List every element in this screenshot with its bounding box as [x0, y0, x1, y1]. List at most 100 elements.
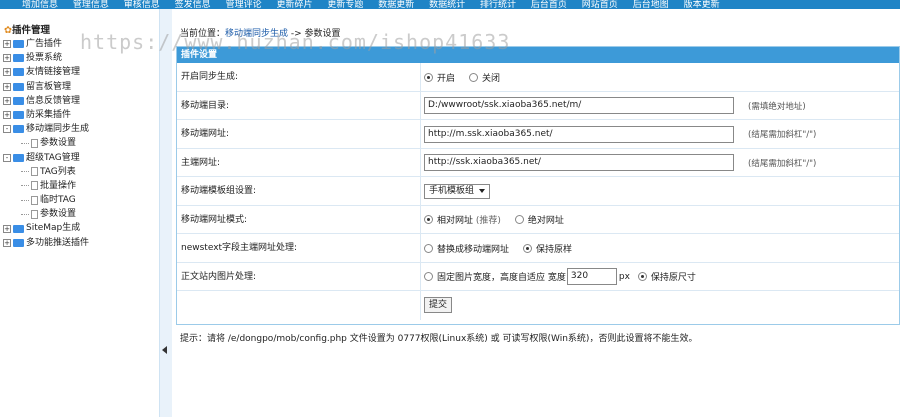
row-mobile-dir: 移动端目录: D:/wwwroot/ssk.xiaoba365.net/m/ (… [177, 91, 899, 120]
collapse-icon[interactable]: - [3, 125, 11, 134]
tree-line [21, 171, 29, 173]
mobile-dir-input[interactable]: D:/wwwroot/ssk.xiaoba365.net/m/ [424, 97, 734, 115]
template-label: 移动端模板组设置: [181, 186, 257, 196]
sidebar-item-label: 参数设置 [40, 138, 77, 149]
sidebar-item[interactable]: - 超级TAG管理 [3, 151, 89, 165]
sidebar-item-label: 投票系统 [26, 53, 63, 64]
nav-admin-home[interactable]: 后台首页 [531, 1, 567, 10]
fixed-width-radio[interactable]: 固定图片宽度，高度自适应 宽度 [424, 270, 566, 283]
replace-url-radio[interactable]: 替换成移动端网址 [424, 242, 509, 255]
submit-button[interactable]: 提交 [424, 297, 453, 314]
sidebar-item[interactable]: - 移动端同步生成 [3, 122, 89, 136]
main-url-input[interactable]: http://ssk.xiaoba365.net/ [424, 154, 734, 172]
nav-data-stats[interactable]: 数据统计 [429, 1, 465, 10]
expand-icon[interactable]: + [3, 224, 11, 233]
expand-icon[interactable]: + [3, 238, 11, 247]
sidebar-item[interactable]: + 友情链接管理 [3, 65, 89, 79]
folder-icon [13, 125, 24, 134]
document-icon [31, 167, 38, 177]
main-content: 当前位置：移动端同步生成 -> 参数设置 插件设置 开启同步生成: 开启 关闭 … [172, 9, 900, 417]
sidebar-item[interactable]: + 广告插件 [3, 37, 89, 51]
sidebar-collapse-bar[interactable] [160, 9, 172, 417]
sidebar-item[interactable]: 参数设置 [3, 136, 89, 150]
sidebar-item-label: 留言板管理 [26, 81, 72, 92]
row-sync: 开启同步生成: 开启 关闭 [177, 63, 899, 92]
expand-icon[interactable]: + [3, 68, 11, 77]
sidebar-item[interactable]: 临时TAG [3, 193, 89, 207]
nav-update-topics[interactable]: 更新专题 [327, 1, 363, 10]
expand-icon[interactable]: + [3, 96, 11, 105]
nav-rank-stats[interactable]: 排行统计 [480, 1, 516, 10]
mobile-dir-label: 移动端目录: [181, 100, 230, 111]
nav-site-home[interactable]: 网站首页 [582, 1, 618, 10]
sidebar-item[interactable]: + 留言板管理 [3, 80, 89, 94]
expand-icon[interactable]: + [3, 54, 11, 63]
sync-off-radio[interactable]: 关闭 [469, 71, 500, 84]
sidebar-item[interactable]: + 投票系统 [3, 51, 89, 65]
sidebar-item[interactable]: 参数设置 [3, 207, 89, 221]
sidebar-item-label: 多功能推送插件 [26, 237, 90, 248]
tree-line [21, 185, 29, 187]
nav-review-info[interactable]: 审核信息 [124, 1, 160, 10]
row-submit: 提交 [177, 291, 899, 320]
url-mode-label: 移动端网址模式: [181, 214, 248, 225]
folder-icon [13, 224, 24, 233]
width-unit: px [618, 271, 630, 282]
folder-icon [13, 153, 24, 162]
top-navigation: 增加信息 管理信息 审核信息 签发信息 管理评论 更新碎片 更新专题 数据更新 … [0, 0, 900, 9]
nav-manage-info[interactable]: 管理信息 [73, 1, 109, 10]
image-width-input[interactable]: 320 [566, 268, 617, 286]
row-main-url: 主端网址: http://ssk.xiaoba365.net/ (结尾需加斜杠"… [177, 148, 899, 177]
nav-admin-map[interactable]: 后台地图 [633, 1, 669, 10]
sidebar: ✿插件管理 + 广告插件 + 投票系统 + 友情链接管理 + 留言板管理 + 信息反馈管理 + 防采集… [0, 9, 160, 417]
permission-note: 提示：请将 /e/dongpo/mob/config.php 文件设置为 077… [180, 334, 698, 344]
expand-icon[interactable]: + [3, 40, 11, 49]
sidebar-item-label: 广告插件 [26, 39, 63, 49]
sidebar-item[interactable]: TAG列表 [3, 165, 89, 179]
nav-manage-comments[interactable]: 管理评论 [226, 1, 262, 10]
template-select[interactable]: 手机模板组 [424, 183, 491, 199]
watermark: https://www.huzhan.com/ishop41633 [80, 30, 511, 54]
absolute-url-radio[interactable]: 绝对网址 [514, 213, 564, 226]
tree-line [21, 142, 29, 144]
sidebar-item[interactable]: + 多功能推送插件 [3, 236, 89, 250]
sidebar-item[interactable]: 批量操作 [3, 179, 89, 193]
sidebar-item-label: TAG列表 [40, 166, 76, 177]
folder-icon [13, 238, 24, 247]
mobile-url-input[interactable]: http://m.ssk.xiaoba365.net/ [424, 125, 734, 143]
sync-on-radio[interactable]: 开启 [424, 71, 455, 84]
sidebar-item[interactable]: + 防采集插件 [3, 108, 89, 122]
keep-original-radio[interactable]: 保持原样 [523, 242, 572, 255]
nav-version-update[interactable]: 版本更新 [684, 1, 720, 10]
document-icon [31, 209, 38, 219]
nav-data-update[interactable]: 数据更新 [378, 1, 414, 10]
folder-icon [13, 82, 24, 91]
plugin-icon: ✿ [4, 25, 12, 36]
sidebar-item[interactable]: + SiteMap生成 [3, 221, 89, 235]
mobile-url-label: 移动端网址: [181, 129, 230, 139]
main-url-label: 主端网址: [181, 157, 221, 168]
sidebar-item-label: 移动端同步生成 [26, 124, 90, 135]
row-image: 正文站内图片处理: 固定图片宽度，高度自适应 宽度 320 px 保持原尺寸 [177, 262, 899, 291]
sidebar-item-label: 临时TAG [40, 195, 76, 206]
collapse-arrow-icon[interactable] [162, 346, 167, 354]
relative-url-radio[interactable]: 相对网址 (推荐) [424, 213, 501, 226]
expand-icon[interactable]: + [3, 82, 11, 91]
row-url-mode: 移动端网址模式: 相对网址 (推荐) 绝对网址 [177, 205, 899, 234]
sidebar-item[interactable]: + 信息反馈管理 [3, 94, 89, 108]
expand-icon[interactable]: + [3, 111, 11, 120]
row-mobile-url: 移动端网址: http://m.ssk.xiaoba365.net/ (结尾需加… [177, 120, 899, 149]
row-template: 移动端模板组设置: 手机模板组 [177, 177, 899, 206]
sidebar-item-label: 防采集插件 [26, 109, 72, 120]
tree-line [21, 213, 29, 215]
nav-sign-info[interactable]: 签发信息 [175, 1, 211, 10]
newstext-label: newstext字段主端网址处理: [181, 243, 298, 253]
nav-update-fragments[interactable]: 更新碎片 [276, 1, 312, 10]
folder-icon [13, 96, 24, 105]
row-newstext: newstext字段主端网址处理: 替换成移动端网址 保持原样 [177, 234, 899, 263]
nav-add-info[interactable]: 增加信息 [22, 1, 58, 10]
keep-size-radio[interactable]: 保持原尺寸 [637, 270, 696, 283]
tree-line [21, 199, 29, 201]
collapse-icon[interactable]: - [3, 153, 11, 162]
sidebar-item-label: 信息反馈管理 [26, 95, 81, 106]
